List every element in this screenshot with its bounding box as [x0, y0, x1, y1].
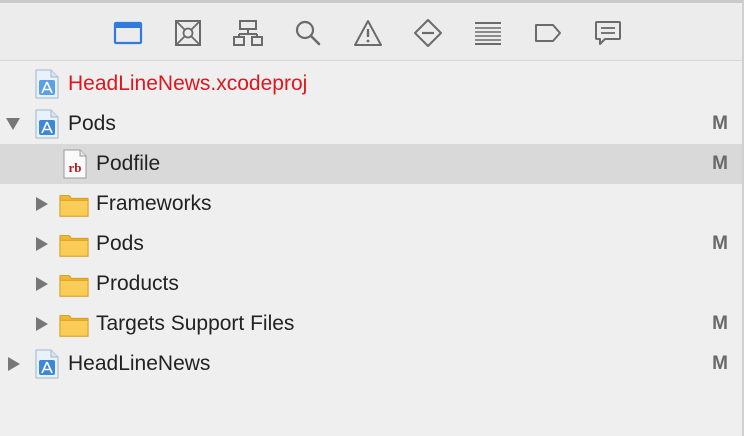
tree-row-targets-support-files[interactable]: Targets Support Files M [0, 304, 742, 344]
disclosure-collapsed-icon[interactable] [6, 356, 22, 372]
xcodeproj-icon [35, 349, 59, 379]
disclosure-expanded-icon[interactable] [5, 116, 21, 132]
tree-row-label: Pods [96, 232, 144, 255]
tree-row-label: Podfile [96, 152, 161, 175]
folder-icon [59, 315, 89, 337]
status-badge: M [712, 353, 728, 374]
folder-icon [59, 235, 89, 257]
status-badge: M [712, 233, 728, 254]
tree-row-pods-project[interactable]: Pods M [0, 104, 742, 144]
report-icon[interactable] [591, 16, 625, 50]
tree-row-products[interactable]: Products [0, 264, 742, 304]
folder-icon [59, 195, 89, 217]
disclosure-collapsed-icon[interactable] [34, 196, 50, 212]
xcodeproj-icon [35, 109, 59, 139]
tree-row-label: HeadLineNews [68, 352, 211, 375]
tree-row-label: Targets Support Files [96, 312, 295, 335]
status-badge: M [712, 313, 728, 334]
folder-icon [59, 275, 89, 297]
test-icon[interactable] [411, 16, 445, 50]
source-control-icon[interactable] [171, 16, 205, 50]
symbol-navigator-icon[interactable] [231, 16, 265, 50]
tree-row-label: Pods [68, 112, 116, 135]
disclosure-collapsed-icon[interactable] [34, 276, 50, 292]
status-badge: M [712, 113, 728, 134]
tree-row-pods-folder[interactable]: Pods M [0, 224, 742, 264]
tree-row-frameworks[interactable]: Frameworks [0, 184, 742, 224]
issue-icon[interactable] [351, 16, 385, 50]
tree-row-label: Products [96, 272, 179, 295]
xcodeproj-icon [35, 69, 59, 99]
navigator-selector-bar [0, 3, 744, 61]
tree-row-label: Frameworks [96, 192, 212, 215]
disclosure-collapsed-icon[interactable] [34, 236, 50, 252]
find-icon[interactable] [291, 16, 325, 50]
tree-row-podfile[interactable]: rb Podfile M [0, 144, 742, 184]
disclosure-collapsed-icon[interactable] [34, 316, 50, 332]
svg-text:rb: rb [69, 160, 82, 175]
breakpoint-icon[interactable] [531, 16, 565, 50]
tree-row-label: HeadLineNews.xcodeproj [68, 72, 308, 95]
tree-row-headlinenews-xcodeproj[interactable]: HeadLineNews.xcodeproj [0, 64, 742, 104]
tree-row-headlinenews[interactable]: HeadLineNews M [0, 344, 742, 384]
debug-icon[interactable] [471, 16, 505, 50]
status-badge: M [712, 153, 728, 174]
ruby-file-icon: rb [63, 149, 87, 179]
project-navigator-icon[interactable] [111, 16, 145, 50]
